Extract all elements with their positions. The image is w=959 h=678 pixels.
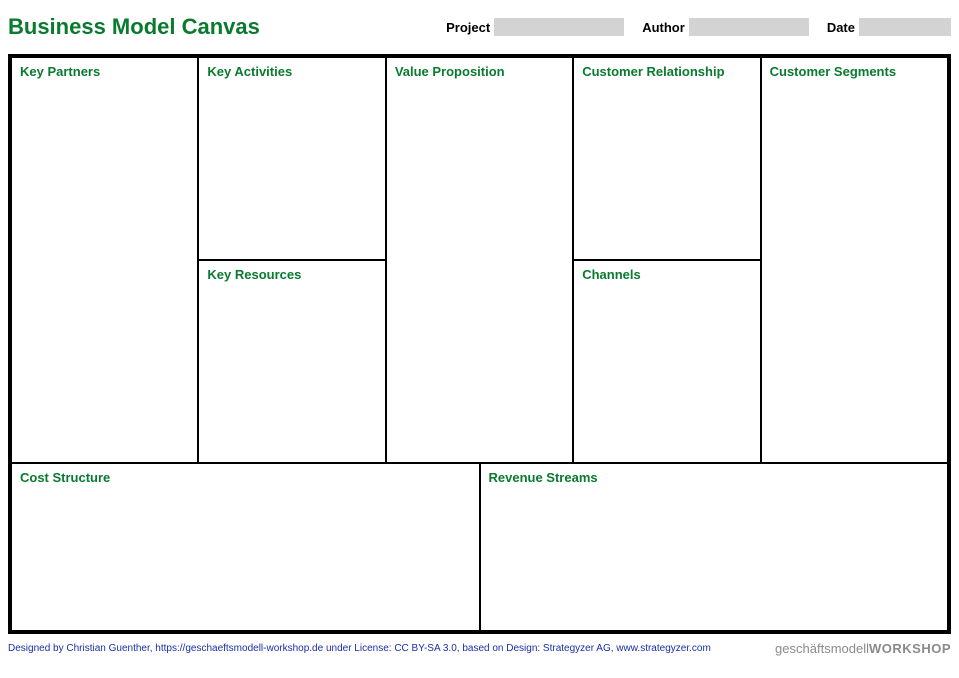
cell-revenue-streams: Revenue Streams (481, 464, 948, 630)
col-key-partners: Key Partners (12, 58, 199, 462)
title-customer-relationship: Customer Relationship (582, 64, 751, 79)
col-relationship-channels: Customer Relationship Channels (574, 58, 761, 462)
author-label: Author (642, 20, 685, 35)
header-fields: Project Author Date (446, 18, 951, 36)
col-customer-segments: Customer Segments (762, 58, 947, 462)
title-channels: Channels (582, 267, 751, 282)
project-field-group: Project (446, 18, 624, 36)
project-input[interactable] (494, 18, 624, 36)
cell-key-partners: Key Partners (12, 58, 197, 462)
author-field-group: Author (642, 18, 809, 36)
date-label: Date (827, 20, 855, 35)
title-value-proposition: Value Proposition (395, 64, 564, 79)
title-key-resources: Key Resources (207, 267, 376, 282)
footer: Designed by Christian Guenther, https://… (8, 634, 951, 658)
footer-logo: geschäftsmodellWORKSHOP (775, 641, 951, 656)
project-label: Project (446, 20, 490, 35)
cell-customer-segments: Customer Segments (762, 58, 947, 462)
title-customer-segments: Customer Segments (770, 64, 939, 79)
cell-cost-structure: Cost Structure (12, 464, 481, 630)
footer-attribution: Designed by Christian Guenther, https://… (8, 643, 711, 654)
title-key-activities: Key Activities (207, 64, 376, 79)
cell-value-proposition: Value Proposition (387, 58, 572, 462)
title-key-partners: Key Partners (20, 64, 189, 79)
author-input[interactable] (689, 18, 809, 36)
title-revenue-streams: Revenue Streams (489, 470, 940, 485)
canvas-bottom-row: Cost Structure Revenue Streams (12, 462, 947, 630)
title-cost-structure: Cost Structure (20, 470, 471, 485)
page-title: Business Model Canvas (8, 14, 260, 40)
date-field-group: Date (827, 18, 951, 36)
canvas-top-row: Key Partners Key Activities Key Resource… (12, 58, 947, 462)
cell-key-resources: Key Resources (199, 261, 384, 462)
col-activities-resources: Key Activities Key Resources (199, 58, 386, 462)
header: Business Model Canvas Project Author Dat… (8, 8, 951, 46)
col-value-proposition: Value Proposition (387, 58, 574, 462)
cell-customer-relationship: Customer Relationship (574, 58, 759, 261)
date-input[interactable] (859, 18, 951, 36)
cell-key-activities: Key Activities (199, 58, 384, 261)
cell-channels: Channels (574, 261, 759, 462)
canvas: Key Partners Key Activities Key Resource… (8, 54, 951, 634)
logo-bold: WORKSHOP (869, 641, 951, 656)
logo-light: geschäftsmodell (775, 641, 869, 656)
